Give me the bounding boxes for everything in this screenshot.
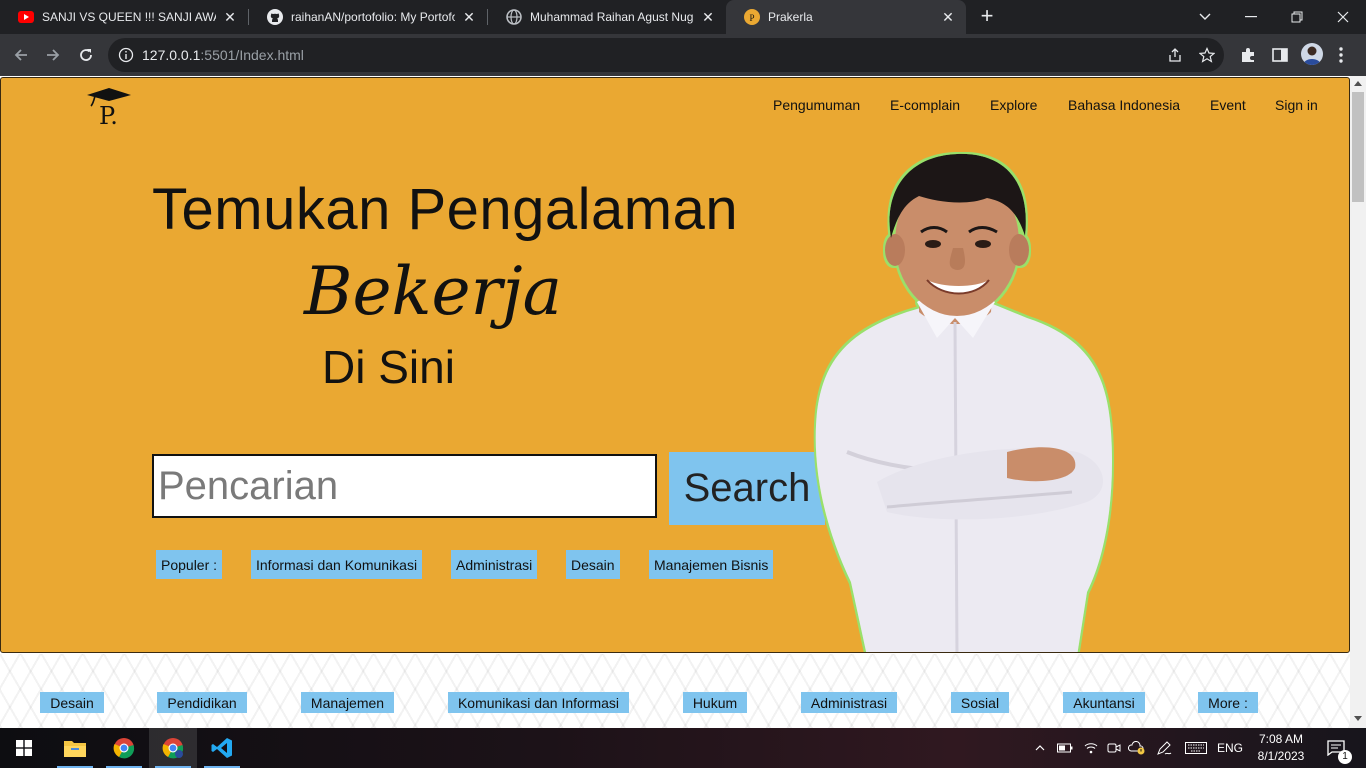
- tab-github[interactable]: raihanAN/portofolio: My Portofolio ✕: [249, 0, 487, 34]
- tab-title: SANJI VS QUEEN !!! SANJI AWAKENS: [42, 10, 216, 24]
- github-icon: [267, 9, 283, 25]
- close-tab-icon[interactable]: ✕: [700, 9, 716, 25]
- profile-avatar[interactable]: [1301, 43, 1323, 65]
- prakerla-logo[interactable]: P.: [85, 84, 133, 130]
- tab-title: Muhammad Raihan Agust Nugroho: [530, 10, 694, 24]
- nav-e-complain[interactable]: E-complain: [890, 97, 960, 113]
- clock-time: 7:08 AM: [1258, 732, 1304, 746]
- category-sosial[interactable]: Sosial: [951, 692, 1009, 713]
- browser-toolbar: 127.0.0.1:5501/Index.html: [0, 34, 1366, 76]
- tab-search-icon[interactable]: [1182, 0, 1228, 34]
- category-manajemen[interactable]: Manajemen: [301, 692, 394, 713]
- extensions-icon[interactable]: [1239, 46, 1257, 64]
- nav-sign-in[interactable]: Sign in: [1275, 97, 1318, 113]
- site-info-icon[interactable]: [118, 47, 134, 68]
- scroll-up-icon[interactable]: [1354, 81, 1362, 86]
- nav-explore[interactable]: Explore: [990, 97, 1037, 113]
- scrollbar-thumb[interactable]: [1352, 92, 1364, 202]
- share-icon[interactable]: [1167, 47, 1183, 63]
- side-panel-icon[interactable]: [1271, 46, 1289, 64]
- hero-title-line1: Temukan Pengalaman: [152, 177, 739, 242]
- vscode-icon[interactable]: [198, 728, 246, 768]
- tab-prakerla[interactable]: P Prakerla ✕: [726, 0, 966, 34]
- popular-chip-desain[interactable]: Desain: [566, 550, 620, 579]
- nav-event[interactable]: Event: [1210, 97, 1246, 113]
- address-bar[interactable]: 127.0.0.1:5501/Index.html: [108, 38, 1224, 72]
- close-window-icon[interactable]: [1320, 0, 1366, 34]
- nav-pengumuman[interactable]: Pengumuman: [773, 97, 860, 113]
- popular-chip-manajemen-bisnis[interactable]: Manajemen Bisnis: [649, 550, 774, 579]
- svg-text:P: P: [749, 13, 754, 23]
- pattern-background: [0, 654, 1350, 728]
- bookmark-star-icon[interactable]: [1198, 47, 1216, 63]
- category-more[interactable]: More :: [1198, 692, 1258, 713]
- back-icon[interactable]: [6, 40, 36, 70]
- tab-title: Prakerla: [768, 10, 813, 24]
- svg-text:P.: P.: [99, 102, 118, 128]
- show-hidden-icons-icon[interactable]: [1032, 728, 1048, 768]
- windows-taskbar: ENG 7:08 AM 8/1/2023 1: [0, 728, 1366, 768]
- address-url: 127.0.0.1:5501/Index.html: [142, 47, 304, 63]
- popular-chip-administrasi[interactable]: Administrasi: [451, 550, 538, 579]
- url-path: :5501/Index.html: [200, 47, 304, 63]
- hero-title-line2: Bekerja: [304, 253, 562, 330]
- input-language[interactable]: ENG: [1214, 728, 1246, 768]
- wifi-icon[interactable]: [1080, 728, 1102, 768]
- battery-icon[interactable]: [1054, 728, 1076, 768]
- category-komunikasi[interactable]: Komunikasi dan Informasi: [448, 692, 629, 713]
- reload-icon[interactable]: [71, 40, 101, 70]
- windows-start-icon[interactable]: [0, 728, 48, 768]
- notification-center-icon[interactable]: 1: [1316, 728, 1356, 768]
- meet-now-icon[interactable]: [1104, 728, 1124, 768]
- category-pendidikan[interactable]: Pendidikan: [157, 692, 247, 713]
- nav-language[interactable]: Bahasa Indonesia: [1068, 97, 1180, 113]
- chrome-profile-icon[interactable]: [149, 728, 197, 768]
- category-administrasi[interactable]: Administrasi: [801, 692, 897, 713]
- restore-icon[interactable]: [1274, 0, 1320, 34]
- tab-portfolio[interactable]: Muhammad Raihan Agust Nugroho ✕: [488, 0, 726, 34]
- pen-workspace-icon[interactable]: [1152, 728, 1176, 768]
- globe-icon: [506, 9, 522, 25]
- close-tab-icon[interactable]: ✕: [461, 9, 477, 25]
- popular-label: Populer :: [156, 550, 223, 579]
- page-scrollbar[interactable]: [1350, 76, 1366, 728]
- hero-title-line3: Di Sini: [322, 341, 455, 393]
- page-viewport: P. Pengumuman E-complain Explore Bahasa …: [0, 76, 1366, 728]
- tab-youtube[interactable]: SANJI VS QUEEN !!! SANJI AWAKENS ✕: [0, 0, 248, 34]
- search-button[interactable]: Search: [669, 452, 825, 525]
- more-menu-icon[interactable]: [1337, 46, 1345, 64]
- hero-person-image: [815, 153, 1112, 652]
- system-clock[interactable]: 7:08 AM 8/1/2023: [1250, 731, 1312, 765]
- tab-strip: SANJI VS QUEEN !!! SANJI AWAKENS ✕ raiha…: [0, 0, 1366, 34]
- onedrive-warning-icon[interactable]: [1126, 728, 1148, 768]
- clock-date: 8/1/2023: [1257, 749, 1305, 763]
- prakerla-icon: P: [744, 9, 760, 25]
- tab-title: raihanAN/portofolio: My Portofolio: [291, 10, 455, 24]
- file-explorer-icon[interactable]: [51, 728, 99, 768]
- category-desain[interactable]: Desain: [40, 692, 104, 713]
- hero-section: P. Pengumuman E-complain Explore Bahasa …: [0, 77, 1350, 653]
- search-input[interactable]: [152, 454, 657, 518]
- close-tab-icon[interactable]: ✕: [940, 9, 956, 25]
- chrome-icon[interactable]: [100, 728, 148, 768]
- forward-icon[interactable]: [38, 40, 68, 70]
- popular-chip-informasi[interactable]: Informasi dan Komunikasi: [251, 550, 423, 579]
- url-host: 127.0.0.1: [142, 47, 201, 63]
- close-tab-icon[interactable]: ✕: [222, 9, 238, 25]
- notification-count: 1: [1338, 750, 1352, 764]
- touch-keyboard-icon[interactable]: [1182, 728, 1210, 768]
- minimize-icon[interactable]: [1228, 0, 1274, 34]
- scroll-down-icon[interactable]: [1354, 716, 1362, 721]
- youtube-icon: [18, 9, 34, 25]
- category-hukum[interactable]: Hukum: [683, 692, 747, 713]
- category-akuntansi[interactable]: Akuntansi: [1063, 692, 1145, 713]
- new-tab-icon[interactable]: +: [976, 5, 998, 27]
